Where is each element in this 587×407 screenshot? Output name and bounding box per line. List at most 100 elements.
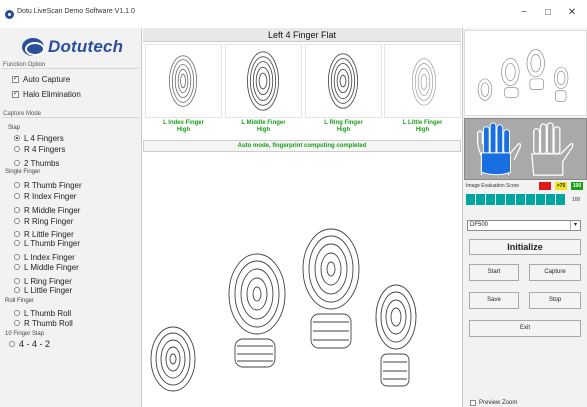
radio-l-thumb-finger[interactable]: L Thumb Finger — [14, 238, 80, 248]
app-icon — [5, 10, 14, 19]
slap-fingerprint-image — [143, 154, 461, 407]
preview-zoom-checkbox[interactable]: Preview Zoom — [470, 400, 517, 406]
minimize-button[interactable]: − — [513, 4, 535, 22]
fingerprint-thumbnail-l-little — [384, 44, 461, 118]
brand-logo: Dotutech — [22, 34, 123, 60]
score-green-chip: 100 — [571, 182, 583, 190]
radio-icon — [14, 310, 20, 316]
fingerprint-thumbnail-l-middle — [225, 44, 302, 118]
radio-icon — [14, 218, 20, 224]
stop-button[interactable]: Stop — [529, 292, 581, 309]
radio-icon — [14, 160, 20, 166]
radio-r-ring-finger[interactable]: R Ring Finger — [14, 216, 73, 226]
fingerprint-thumbnail-l-index — [145, 44, 222, 118]
radio-l-middle-finger[interactable]: L Middle Finger — [14, 262, 79, 272]
status-message: Auto mode, fingerprint computing complet… — [143, 140, 461, 152]
radio-icon — [14, 207, 20, 213]
ten-finger-slap-label: 10 Finger Slap — [5, 331, 45, 337]
score-bar-segment — [466, 194, 475, 205]
capture-area: Left 4 Finger Flat L Index Finger High L… — [143, 28, 461, 407]
fingerprint-icon — [169, 55, 198, 107]
finger-name-l-little: L Little Finger — [402, 120, 443, 126]
hands-icon — [476, 122, 574, 176]
radio-icon — [14, 254, 20, 260]
score-value: 100 — [572, 197, 581, 203]
radio-r-index-finger[interactable]: R Index Finger — [14, 191, 76, 201]
halo-elimination-checkbox[interactable]: ✓ Halo Elimination — [12, 90, 81, 99]
chevron-down-icon: ▾ — [570, 221, 580, 230]
radio-icon — [14, 231, 20, 237]
start-button[interactable]: Start — [469, 264, 519, 281]
hand-diagram — [464, 118, 587, 180]
radio-r-thumb-finger[interactable]: R Thumb Finger — [14, 180, 82, 190]
finger-score-l-index: High — [176, 127, 191, 133]
score-bar-segment — [496, 194, 505, 205]
finger-name-l-index: L Index Finger — [163, 120, 204, 126]
device-select[interactable]: DF500 ▾ — [467, 220, 581, 231]
radio-label: L Index Finger — [24, 252, 75, 262]
finger-name-l-ring: L Ring Finger — [324, 120, 363, 126]
radio-2-thumbs[interactable]: 2 Thumbs — [14, 158, 59, 168]
capture-mode-group — [2, 117, 139, 118]
score-bar-segment — [546, 194, 555, 205]
exit-button[interactable]: Exit — [469, 320, 581, 337]
radio-l-index-finger[interactable]: L Index Finger — [14, 252, 75, 262]
fingerprint-slap-icon — [150, 228, 417, 392]
score-progress-bar — [466, 194, 566, 205]
radio-icon — [14, 182, 20, 188]
radio-icon — [14, 146, 20, 152]
radio-label: R Thumb Roll — [24, 318, 73, 328]
score-bar-segment — [536, 194, 545, 205]
radio-r-thumb-roll[interactable]: R Thumb Roll — [14, 318, 73, 328]
radio-l-4-fingers[interactable]: L 4 Fingers — [14, 133, 64, 143]
radio-label: R Index Finger — [24, 191, 77, 201]
preview-zoom-label: Preview Zoom — [479, 400, 518, 406]
fingerprint-icon — [411, 58, 436, 106]
radio-l-thumb-roll[interactable]: L Thumb Roll — [14, 308, 71, 318]
radio-icon — [14, 320, 20, 326]
radio-icon — [14, 278, 20, 284]
title-bar: Dotu LiveScan Demo Software V1.1.0 − □ ✕ — [0, 0, 587, 28]
radio-icon — [14, 264, 20, 270]
auto-capture-checkbox[interactable]: ✓ Auto Capture — [12, 75, 70, 84]
save-button[interactable]: Save — [469, 292, 519, 309]
radio-label: R Middle Finger — [24, 205, 81, 215]
radio-l-little-finger[interactable]: L Little Finger — [14, 285, 72, 295]
finger-name-l-middle: L Middle Finger — [241, 120, 286, 126]
radio-label: R 4 Fingers — [24, 144, 66, 154]
dotutech-logo-icon — [22, 38, 45, 56]
halo-elimination-label: Halo Elimination — [23, 90, 81, 99]
radio-label: 4 - 4 - 2 — [19, 339, 51, 349]
slap-label: Slap — [8, 125, 21, 131]
score-yellow-chip: >70 — [555, 182, 567, 190]
radio-label: L Middle Finger — [24, 262, 79, 272]
finger-score-l-middle: High — [256, 127, 271, 133]
radio-4-4-2[interactable]: 4 - 4 - 2 — [9, 339, 50, 349]
radio-selected-icon — [14, 135, 20, 141]
function-option-group — [2, 68, 139, 69]
device-select-value: DF500 — [470, 222, 489, 228]
maximize-button[interactable]: □ — [537, 4, 559, 22]
score-bar-segment — [486, 194, 495, 205]
fingerprint-thumbnail-l-ring — [305, 44, 382, 118]
radio-label: R Thumb Finger — [24, 180, 82, 190]
initialize-button[interactable]: Initialize — [469, 239, 581, 255]
image-evaluation-score-label: Image Evaluation Score — [466, 183, 520, 189]
close-button[interactable]: ✕ — [561, 4, 583, 22]
checkbox-checked-icon: ✓ — [12, 76, 19, 83]
score-red-chip — [539, 182, 551, 190]
radio-icon — [14, 287, 20, 293]
radio-label: L 4 Fingers — [24, 133, 64, 143]
right-panel: Image Evaluation Score >70 100 100 DF500… — [462, 28, 587, 407]
radio-r-4-fingers[interactable]: R 4 Fingers — [14, 144, 65, 154]
checkbox-icon — [470, 400, 476, 406]
score-bar-segment — [476, 194, 485, 205]
auto-capture-label: Auto Capture — [23, 75, 71, 84]
radio-icon — [9, 341, 15, 347]
window-title: Dotu LiveScan Demo Software V1.1.0 — [17, 8, 135, 15]
score-bar-segment — [556, 194, 565, 205]
roll-finger-label: Roll Finger — [5, 298, 35, 304]
radio-icon — [14, 240, 20, 246]
capture-button[interactable]: Capture — [529, 264, 581, 281]
radio-r-middle-finger[interactable]: R Middle Finger — [14, 205, 80, 215]
